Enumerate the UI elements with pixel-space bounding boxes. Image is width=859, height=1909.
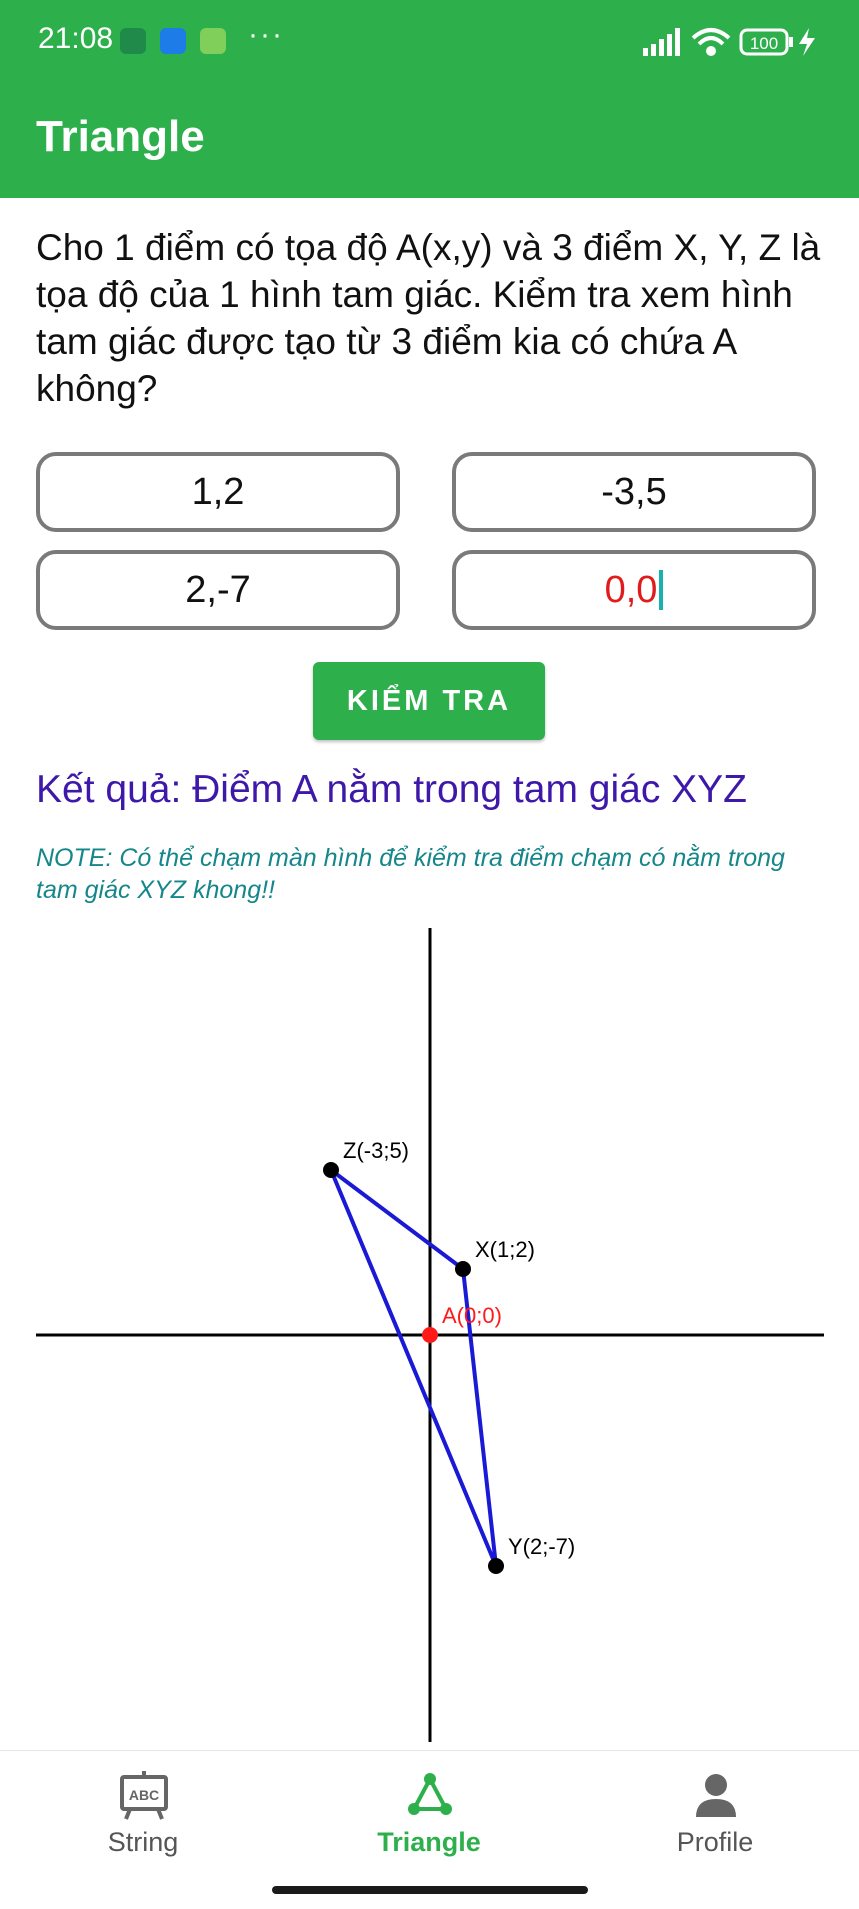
signal-icon bbox=[643, 28, 680, 56]
robot-notification-icon bbox=[200, 28, 226, 54]
app-notification-icon bbox=[120, 28, 146, 54]
wifi-icon bbox=[691, 28, 731, 56]
triangle-nodes-icon bbox=[408, 1773, 452, 1815]
point-a-input[interactable]: 0,0 bbox=[452, 550, 816, 630]
more-notifications-icon: ··· bbox=[248, 18, 284, 51]
point-x-input[interactable]: 1,2 bbox=[36, 452, 400, 532]
point-z-input[interactable]: -3,5 bbox=[452, 452, 816, 532]
person-icon bbox=[696, 1774, 736, 1817]
triangle-xyz bbox=[329, 1168, 498, 1568]
coordinate-plot[interactable]: X(1;2) Y(2;-7) Z(-3;5) A(0;0) bbox=[0, 920, 859, 1750]
battery-icon: 100 bbox=[739, 28, 793, 56]
nav-item-string[interactable]: ABC String bbox=[0, 1751, 286, 1891]
status-time: 21:08 bbox=[38, 22, 114, 55]
point-label: Y(2;-7) bbox=[508, 1534, 575, 1559]
svg-text:100: 100 bbox=[750, 34, 778, 53]
nav-label-profile: Profile bbox=[676, 1827, 754, 1857]
point-a-value: 0,0 bbox=[604, 568, 658, 611]
point-marker bbox=[455, 1261, 471, 1277]
check-button[interactable]: KIỂM TRA bbox=[313, 662, 545, 740]
status-bar: 21:08 ··· 100 bbox=[0, 0, 859, 88]
result-text: Kết quả: Điểm A nằm trong tam giác XYZ bbox=[36, 768, 748, 811]
nav-label-triangle: Triangle bbox=[377, 1827, 481, 1857]
point-z-value: -3,5 bbox=[601, 470, 667, 513]
message-notification-icon bbox=[160, 28, 186, 54]
point-label: Z(-3;5) bbox=[343, 1138, 409, 1163]
page-title: Triangle bbox=[36, 112, 205, 161]
home-indicator[interactable] bbox=[272, 1886, 588, 1894]
nav-item-triangle[interactable]: Triangle bbox=[286, 1751, 572, 1891]
abc-board-icon: ABC bbox=[120, 1771, 168, 1820]
charging-icon bbox=[799, 28, 815, 56]
point-label: A(0;0) bbox=[442, 1303, 502, 1328]
point-x-value: 1,2 bbox=[191, 470, 245, 513]
status-icons: 100 bbox=[643, 28, 815, 56]
point-marker bbox=[323, 1162, 339, 1178]
text-caret bbox=[659, 570, 664, 610]
point-y-input[interactable]: 2,-7 bbox=[36, 550, 400, 630]
svg-text:ABC: ABC bbox=[129, 1787, 159, 1803]
point-marker bbox=[422, 1327, 438, 1343]
point-marker bbox=[488, 1558, 504, 1574]
nav-item-profile[interactable]: Profile bbox=[572, 1751, 858, 1891]
point-y-value: 2,-7 bbox=[185, 568, 251, 611]
nav-label-string: String bbox=[107, 1827, 179, 1857]
note-text: NOTE: Có thể chạm màn hình để kiểm tra đ… bbox=[36, 844, 785, 904]
question-text: Cho 1 điểm có tọa độ A(x,y) và 3 điểm X,… bbox=[36, 227, 821, 409]
point-label: X(1;2) bbox=[475, 1237, 535, 1262]
app-bar: Triangle bbox=[0, 88, 859, 198]
